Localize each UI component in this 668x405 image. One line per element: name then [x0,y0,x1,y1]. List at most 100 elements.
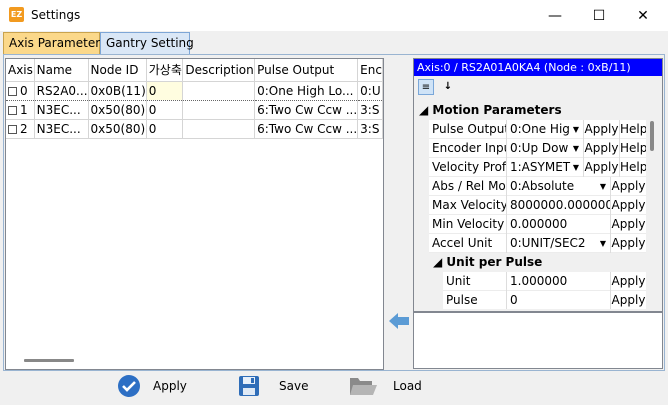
property-toolbar: ≡ ↓ [414,76,662,98]
table-row[interactable]: 0 RS2A0... 0x0B(11) 0 0:One High Lo... 0… [6,80,383,101]
help-button[interactable]: Help [619,157,646,177]
alphabetical-sort-icon[interactable]: ↓ [440,79,456,95]
pulse-output-cell[interactable]: 6:Two Cw Ccw ... [254,100,359,120]
axis-cell: 1 [20,102,28,117]
axis-grid[interactable]: Axis Name Node ID 가상축 Description Pulse … [5,58,384,370]
apply-button[interactable]: Apply [610,214,646,234]
apply-button[interactable]: Apply [583,138,619,158]
category-motion-parameters[interactable]: ◢ Motion Parameters [415,101,646,120]
property-row-pulse-output[interactable]: Pulse Output 0:One Hig ▼ Apply Help [415,119,646,139]
property-row-abs-rel-mode[interactable]: Abs / Rel Mode 0:Absolute▼ Apply [415,176,646,196]
table-row[interactable]: 1 N3EC... 0x50(80) 0 6:Two Cw Ccw ... 3:… [6,100,383,120]
property-value[interactable]: 0:One Hig ▼ [507,120,583,139]
save-button[interactable]: Save [237,372,308,400]
dropdown-icon[interactable]: ▼ [573,120,579,139]
tab-axis-parameters[interactable]: Axis Parameters [3,32,106,54]
col-header-description[interactable]: Description [182,59,256,82]
property-value[interactable]: 0.000000 [507,215,610,234]
apply-button[interactable]: Apply [610,290,646,309]
description-cell[interactable] [182,80,256,101]
property-value[interactable]: 1:ASYMET ▼ [507,158,583,177]
encoder-cell[interactable]: 3:S [357,100,383,120]
property-value[interactable]: 0:UNIT/SEC2 ▼ [507,234,610,253]
property-grid[interactable]: ◢ Motion Parameters Pulse Output 0:One H… [415,101,646,309]
row-checkbox[interactable] [8,124,17,134]
close-button[interactable]: ✕ [621,0,665,31]
property-label: Abs / Rel Mode [429,176,507,196]
virtual-axis-cell[interactable]: 0 [146,119,184,139]
col-header-axis[interactable]: Axis [6,59,35,82]
encoder-cell[interactable]: 3:S [357,119,383,139]
property-label: Velocity Profile [429,157,507,177]
floppy-disk-icon [239,376,259,396]
load-button[interactable]: Load [348,372,422,400]
col-header-virtual-axis[interactable]: 가상축 [146,59,184,82]
col-header-encoder[interactable]: Enc [357,59,383,82]
property-value[interactable]: 0 [507,291,610,310]
property-row-pulse[interactable]: Pulse 0 Apply [415,290,646,310]
help-button[interactable]: Help [619,138,646,158]
col-header-node-id[interactable]: Node ID [88,59,147,82]
apply-main-button[interactable]: Apply [117,372,187,400]
window-title: Settings [31,8,81,22]
tab-gantry-setting[interactable]: Gantry Setting [100,32,194,54]
axis-cell: 2 [20,121,28,136]
dropdown-icon[interactable]: ▼ [573,158,579,177]
apply-button[interactable]: Apply [610,233,646,253]
apply-button[interactable]: Apply [583,157,619,177]
property-label: Max Velocity [429,195,507,215]
collapse-icon[interactable]: ◢ [433,255,442,269]
table-row[interactable]: 2 N3EC... 0x50(80) 0 6:Two Cw Ccw ... 3:… [6,119,383,139]
axis-header: Axis:0 / RS2A01A0KA4 (Node : 0xB/11) [414,59,662,76]
encoder-cell[interactable]: 0:U [357,80,383,101]
help-button[interactable]: Help [619,119,646,139]
property-value[interactable]: 0:Up Dow ▼ [507,139,583,158]
description-cell[interactable] [182,119,256,139]
row-checkbox[interactable] [8,105,17,115]
property-row-velocity-profile[interactable]: Velocity Profile 1:ASYMET▼ Apply Help [415,157,646,177]
property-value[interactable]: 0:Absolute ▼ [507,177,610,196]
property-row-accel-unit[interactable]: Accel Unit 0:UNIT/SEC2 ▼ Apply [415,233,646,253]
apply-button[interactable]: Apply [583,119,619,139]
title-bar: EZ Settings — ☐ ✕ [0,0,668,31]
col-header-name[interactable]: Name [34,59,89,82]
dropdown-icon[interactable]: ▼ [600,234,606,253]
apply-button[interactable]: Apply [610,195,646,215]
property-label: Encoder Input [429,138,507,158]
property-row-max-velocity[interactable]: Max Velocity 8000000.000000 Apply [415,195,646,215]
collapse-icon[interactable]: ◢ [419,103,428,117]
name-cell[interactable]: N3EC... [34,119,89,139]
property-label: Pulse Output [429,119,507,139]
virtual-axis-cell[interactable]: 0 [146,100,184,120]
apply-button[interactable]: Apply [610,271,646,291]
description-cell[interactable] [182,100,256,120]
dropdown-icon[interactable]: ▼ [573,139,579,158]
node-id-cell[interactable]: 0x50(80) [88,100,147,120]
row-checkbox[interactable] [8,86,17,96]
minimize-button[interactable]: — [533,0,577,31]
col-header-pulse-output[interactable]: Pulse Output [254,59,359,82]
virtual-axis-cell[interactable]: 0 [146,80,184,101]
node-id-cell[interactable]: 0x50(80) [88,119,147,139]
name-cell[interactable]: RS2A0... [34,80,89,101]
property-value[interactable]: 1.000000 [507,272,610,291]
axis-cell: 0 [20,83,28,98]
dropdown-icon[interactable]: ▼ [600,177,606,196]
folder-open-icon [350,378,377,395]
categorized-icon[interactable]: ≡ [418,79,434,95]
property-row-encoder-input[interactable]: Encoder Input 0:Up Dow▼ Apply Help [415,138,646,158]
description-box [413,312,663,369]
name-cell[interactable]: N3EC... [34,100,89,120]
node-id-cell[interactable]: 0x0B(11) [88,80,147,101]
maximize-button[interactable]: ☐ [577,0,621,31]
arrow-left-icon[interactable] [388,311,410,331]
property-row-unit[interactable]: Unit 1.000000 Apply [415,271,646,291]
subcategory-unit-per-pulse[interactable]: ◢ Unit per Pulse [415,253,646,272]
pulse-output-cell[interactable]: 0:One High Lo... [254,80,359,101]
horizontal-scrollbar[interactable] [24,359,74,362]
apply-button[interactable]: Apply [610,176,646,196]
pulse-output-cell[interactable]: 6:Two Cw Ccw ... [254,119,359,139]
property-row-min-velocity[interactable]: Min Velocity 0.000000 Apply [415,214,646,234]
property-value[interactable]: 8000000.000000 [507,196,610,215]
vertical-scrollbar[interactable] [650,121,654,151]
